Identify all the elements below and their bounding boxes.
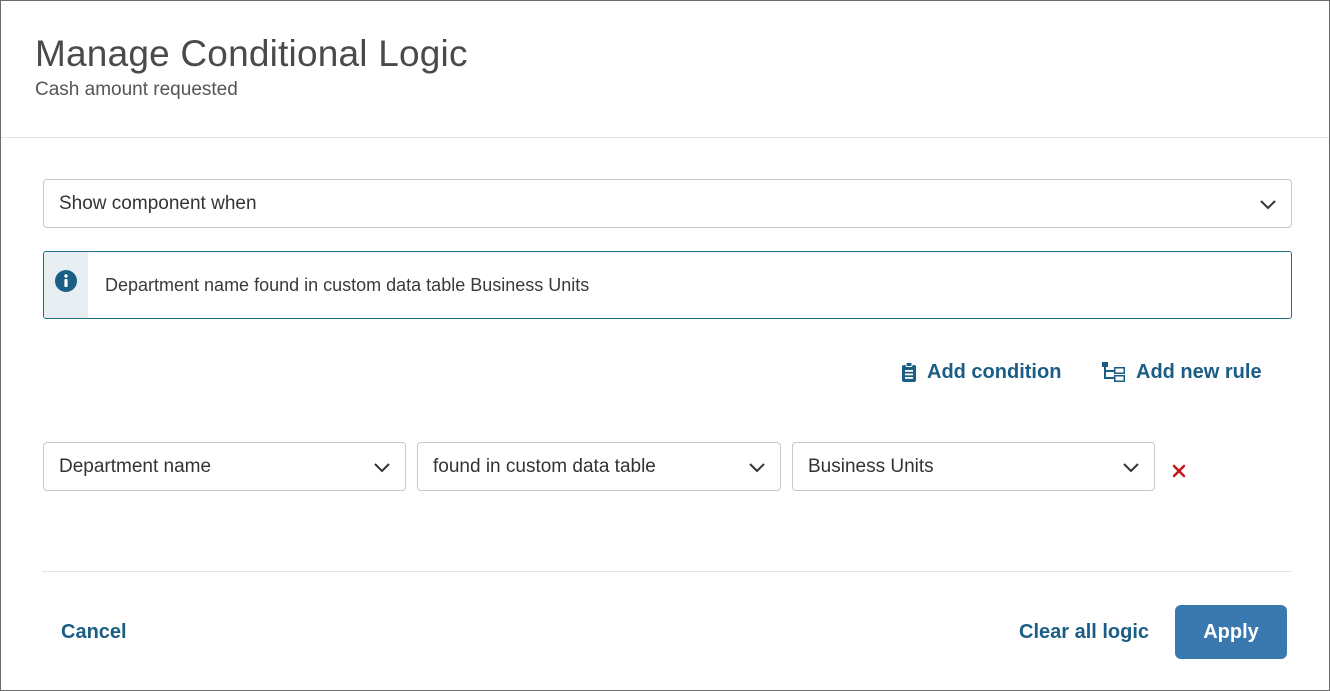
- logic-mode-select[interactable]: Show component when: [43, 179, 1292, 228]
- dialog-subtitle: Cash amount requested: [35, 79, 238, 100]
- info-banner-text: Department name found in custom data tab…: [105, 274, 590, 295]
- info-icon: [55, 270, 77, 292]
- clear-all-logic-button[interactable]: Clear all logic: [1019, 619, 1149, 645]
- condition-value-value: Business Units: [808, 455, 934, 477]
- add-new-rule-label: Add new rule: [1136, 360, 1262, 383]
- add-new-rule-button[interactable]: Add new rule: [1102, 359, 1262, 385]
- remove-condition-icon[interactable]: [1171, 463, 1187, 479]
- add-condition-button[interactable]: Add condition: [901, 359, 1061, 385]
- logic-mode-value: Show component when: [59, 192, 257, 214]
- footer-divider: [42, 571, 1292, 572]
- chevron-down-icon: [1123, 462, 1139, 472]
- hierarchy-icon: [1102, 362, 1125, 382]
- condition-operator-select[interactable]: found in custom data table: [417, 442, 781, 491]
- dialog-header: Manage Conditional Logic Cash amount req…: [1, 1, 1329, 138]
- chevron-down-icon: [1260, 199, 1276, 209]
- clipboard-icon: [902, 362, 916, 382]
- chevron-down-icon: [374, 462, 390, 472]
- cancel-button[interactable]: Cancel: [61, 619, 127, 645]
- apply-button[interactable]: Apply: [1175, 605, 1287, 659]
- condition-operator-value: found in custom data table: [433, 455, 656, 477]
- condition-field-select[interactable]: Department name: [43, 442, 406, 491]
- add-condition-label: Add condition: [927, 360, 1062, 383]
- condition-field-value: Department name: [59, 455, 212, 477]
- info-banner: Department name found in custom data tab…: [43, 251, 1292, 319]
- dialog-title: Manage Conditional Logic: [35, 33, 468, 74]
- condition-value-select[interactable]: Business Units: [792, 442, 1155, 491]
- chevron-down-icon: [749, 462, 765, 472]
- conditional-logic-dialog: Manage Conditional Logic Cash amount req…: [0, 0, 1330, 691]
